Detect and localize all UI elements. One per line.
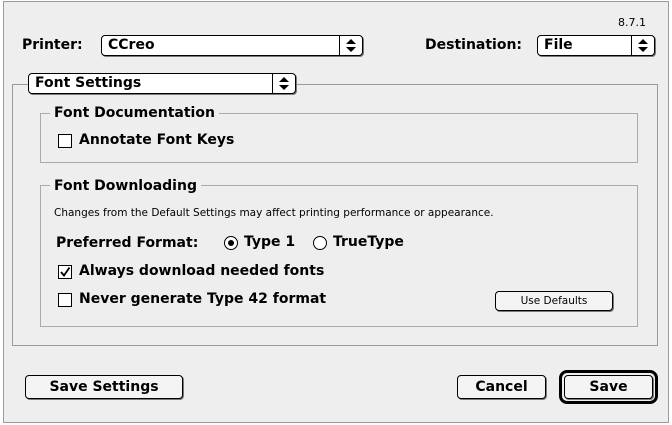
checkmark-icon xyxy=(60,266,71,277)
changes-note: Changes from the Default Settings may af… xyxy=(54,207,494,219)
printer-label: Printer: xyxy=(22,37,83,53)
destination-label: Destination: xyxy=(425,37,523,53)
font-documentation-title: Font Documentation xyxy=(50,105,219,121)
up-down-arrows-icon xyxy=(631,36,654,55)
truetype-label[interactable]: TrueType xyxy=(333,234,404,250)
preferred-format-label: Preferred Format: xyxy=(56,235,199,251)
cancel-button[interactable]: Cancel xyxy=(457,375,546,399)
up-down-arrows-icon xyxy=(339,36,362,55)
panel-value: Font Settings xyxy=(35,75,142,91)
destination-value: File xyxy=(544,37,573,53)
type1-radio[interactable] xyxy=(224,236,238,250)
type1-label[interactable]: Type 1 xyxy=(244,234,295,250)
version-label: 8.7.1 xyxy=(618,16,646,29)
use-defaults-button[interactable]: Use Defaults xyxy=(495,291,613,311)
printer-popup[interactable]: CCreo xyxy=(101,35,363,56)
never-generate-type42-label[interactable]: Never generate Type 42 format xyxy=(79,291,326,307)
annotate-font-keys-checkbox[interactable] xyxy=(58,134,72,148)
save-settings-button[interactable]: Save Settings xyxy=(25,375,183,399)
save-button[interactable]: Save xyxy=(564,375,653,399)
always-download-label[interactable]: Always download needed fonts xyxy=(79,263,324,279)
font-downloading-title: Font Downloading xyxy=(50,178,201,194)
never-generate-type42-checkbox[interactable] xyxy=(58,293,72,307)
annotate-font-keys-label[interactable]: Annotate Font Keys xyxy=(79,132,234,148)
always-download-checkbox[interactable] xyxy=(58,265,72,279)
up-down-arrows-icon xyxy=(272,74,295,93)
truetype-radio[interactable] xyxy=(313,236,327,250)
panel-popup[interactable]: Font Settings xyxy=(28,73,296,94)
printer-value: CCreo xyxy=(108,37,155,53)
destination-popup[interactable]: File xyxy=(537,35,655,56)
